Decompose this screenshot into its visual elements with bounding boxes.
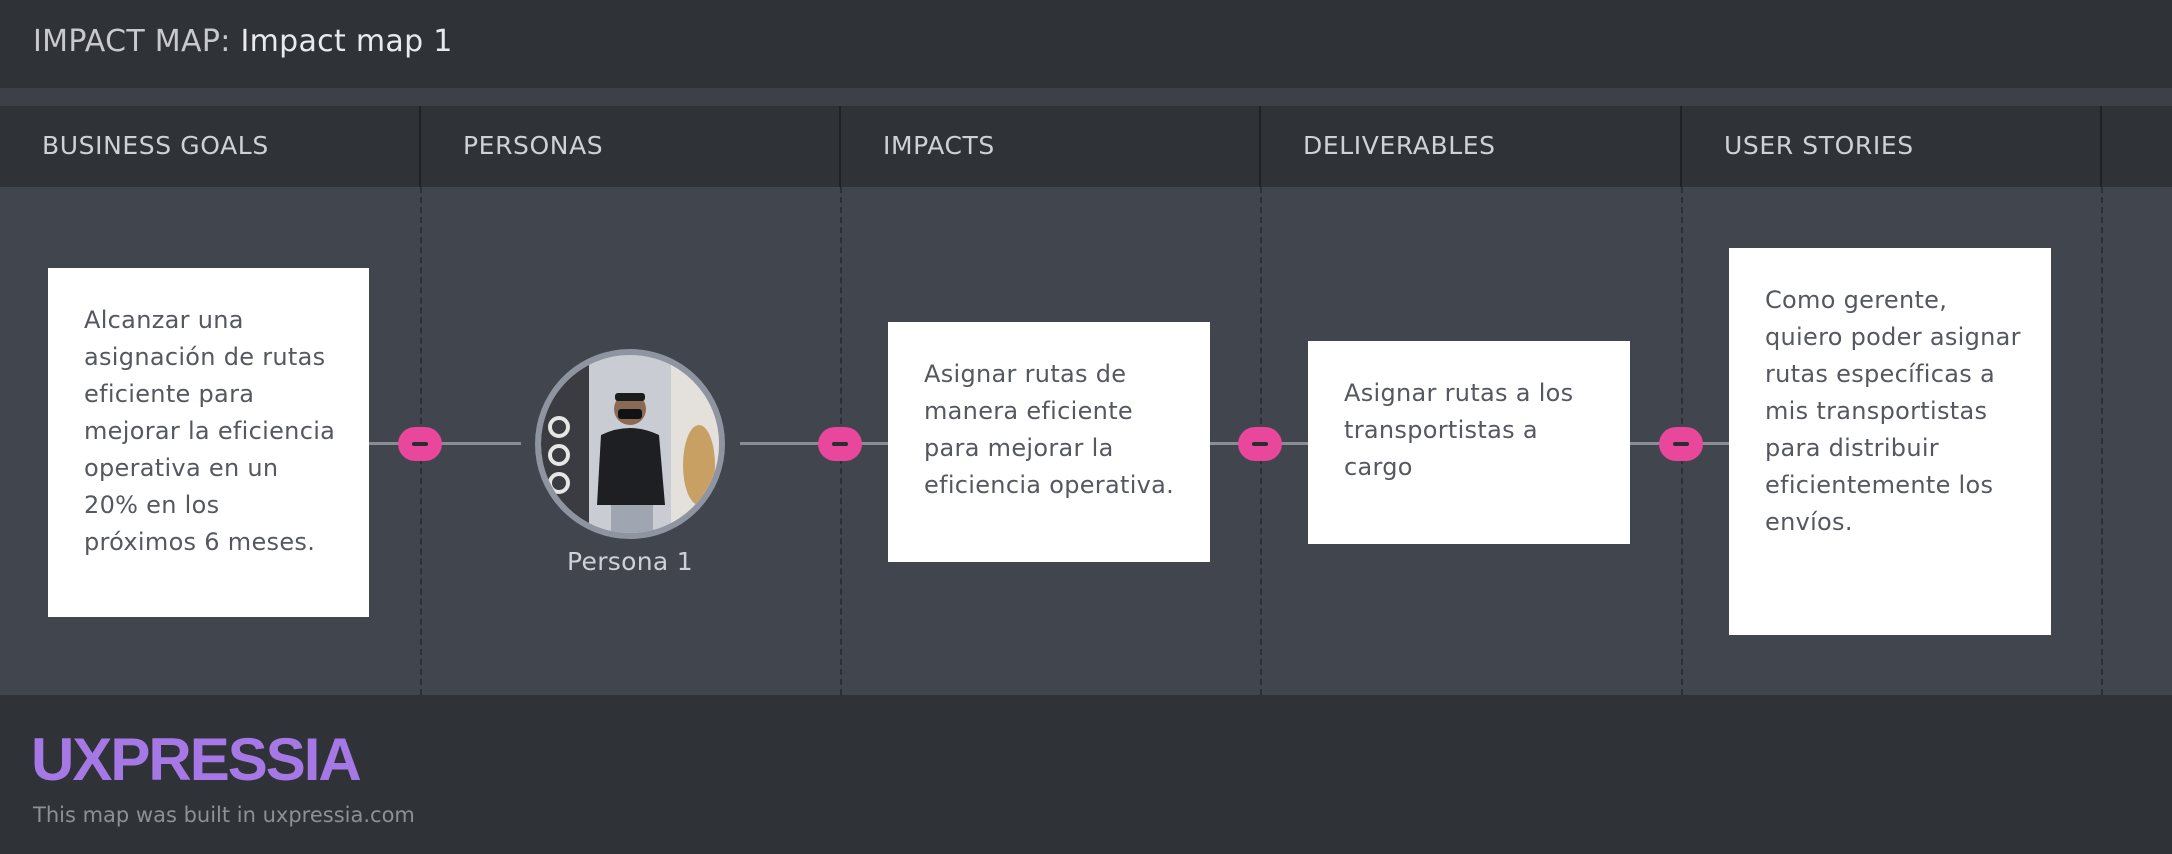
column-header-label: BUSINESS GOALS xyxy=(42,131,269,160)
deliverable-text: Asignar rutas a los transportistas a car… xyxy=(1344,379,1574,481)
collapse-minus-icon[interactable] xyxy=(398,427,442,461)
column-headers: BUSINESS GOALS PERSONAS IMPACTS DELIVERA… xyxy=(0,106,2172,187)
user-story-card[interactable]: Como gerente, quiero poder asignar rutas… xyxy=(1729,248,2051,635)
footer-credit[interactable]: This map was built in uxpressia.com xyxy=(33,803,415,827)
column-header-user-stories[interactable]: USER STORIES xyxy=(1682,106,2102,187)
column-header-personas[interactable]: PERSONAS xyxy=(421,106,841,187)
collapse-minus-icon[interactable] xyxy=(1238,427,1282,461)
persona-name[interactable]: Persona 1 xyxy=(520,547,740,576)
collapse-minus-icon[interactable] xyxy=(1659,427,1703,461)
separator-bar xyxy=(0,88,2172,106)
deliverable-card[interactable]: Asignar rutas a los transportistas a car… xyxy=(1308,341,1630,544)
map-body: Alcanzar una asignación de rutas eficien… xyxy=(0,187,2172,695)
business-goal-card[interactable]: Alcanzar una asignación de rutas eficien… xyxy=(48,268,369,617)
business-goal-text: Alcanzar una asignación de rutas eficien… xyxy=(84,306,336,556)
title-bar: IMPACT MAP: Impact map 1 xyxy=(0,0,2172,88)
column-header-label: DELIVERABLES xyxy=(1303,131,1496,160)
persona-avatar[interactable] xyxy=(535,349,725,539)
impact-map-page: IMPACT MAP: Impact map 1 BUSINESS GOALS … xyxy=(0,0,2172,854)
impact-card[interactable]: Asignar rutas de manera eficiente para m… xyxy=(888,322,1210,562)
connection-line xyxy=(368,442,521,445)
column-divider xyxy=(2101,187,2103,695)
page-title: IMPACT MAP: Impact map 1 xyxy=(33,24,453,59)
map-name[interactable]: Impact map 1 xyxy=(240,24,452,59)
column-header-label: IMPACTS xyxy=(883,131,995,160)
user-story-text: Como gerente, quiero poder asignar rutas… xyxy=(1765,286,2021,536)
column-header-label: USER STORIES xyxy=(1724,131,1914,160)
column-header-impacts[interactable]: IMPACTS xyxy=(841,106,1261,187)
column-header-business-goals[interactable]: BUSINESS GOALS xyxy=(0,106,421,187)
column-header-label: PERSONAS xyxy=(463,131,604,160)
column-header-deliverables[interactable]: DELIVERABLES xyxy=(1261,106,1682,187)
collapse-minus-icon[interactable] xyxy=(818,427,862,461)
footer: UXPRESSIA This map was built in uxpressi… xyxy=(0,695,2172,854)
persona-photo xyxy=(541,355,719,533)
connection-line xyxy=(740,442,890,445)
impact-text: Asignar rutas de manera eficiente para m… xyxy=(924,360,1175,499)
title-prefix: IMPACT MAP: xyxy=(33,24,231,59)
uxpressia-logo[interactable]: UXPRESSIA xyxy=(31,725,362,794)
